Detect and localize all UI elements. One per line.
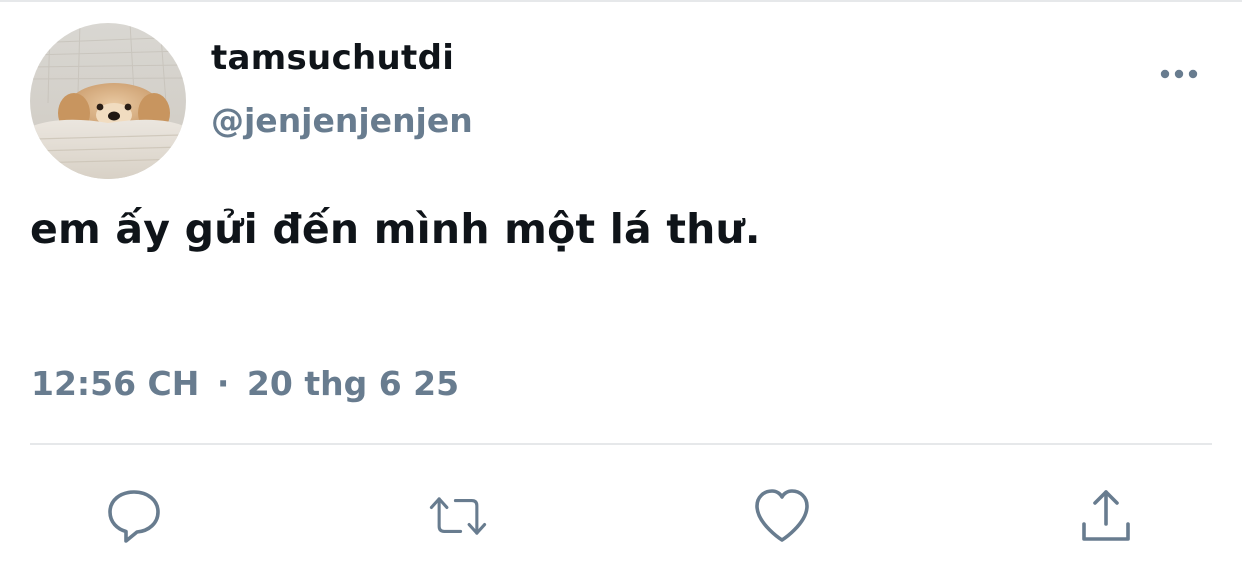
display-name[interactable]: tamsuchutdi: [211, 38, 454, 78]
tweet-date[interactable]: 20 thg 6 25: [247, 364, 459, 403]
more-horizontal-icon: [1160, 69, 1198, 79]
meta-separator: ·: [216, 364, 230, 403]
tweet-metadata: 12:56 CH · 20 thg 6 25: [31, 364, 459, 403]
heart-icon: [755, 489, 809, 542]
reply-button[interactable]: [104, 486, 164, 546]
avatar[interactable]: [30, 23, 186, 179]
retweet-button[interactable]: [428, 486, 488, 546]
divider: [30, 443, 1212, 445]
user-handle[interactable]: @jenjenjenjen: [211, 101, 473, 140]
reply-icon: [108, 490, 160, 543]
tweet-text: em ấy gửi đến mình một lá thư.: [30, 205, 761, 253]
share-icon: [1082, 490, 1130, 541]
share-button[interactable]: [1076, 486, 1136, 546]
retweet-icon: [429, 497, 487, 535]
tweet-time[interactable]: 12:56 CH: [31, 364, 199, 403]
top-divider: [0, 0, 1242, 2]
more-options-button[interactable]: [1156, 58, 1202, 90]
like-button[interactable]: [752, 486, 812, 546]
avatar-image: [30, 23, 186, 179]
tweet-card: tamsuchutdi @jenjenjenjen em ấy gửi đến …: [0, 0, 1242, 580]
